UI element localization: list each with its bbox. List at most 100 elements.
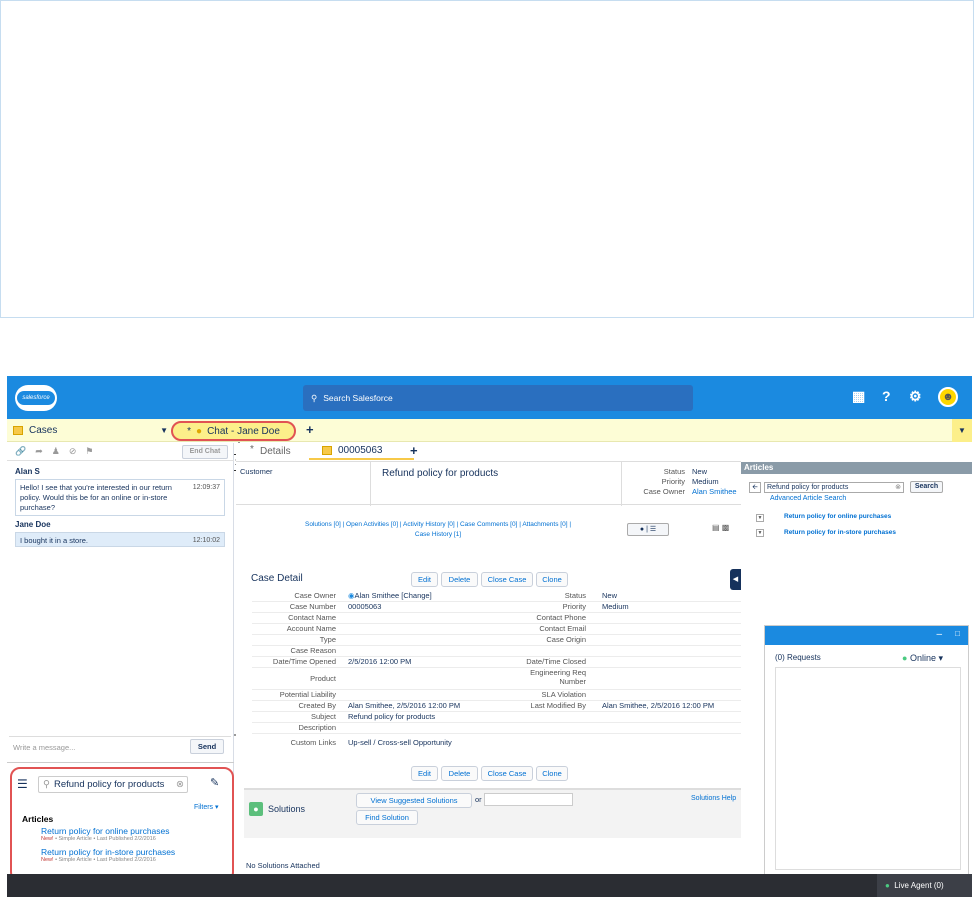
solution-search-input[interactable] [484,793,573,806]
salesforce-logo[interactable]: salesforce [15,385,57,411]
feed-toggle[interactable]: ● | ☰ [627,523,669,536]
chat-message-text: I bought it in a store. [20,536,88,545]
chat-panel: 🔗 ➦ ♟ ⊘ ⚑ End Chat Alan S Hello! I see t… [7,443,234,897]
folder-icon [322,446,332,455]
article-search-input[interactable]: Refund policy for products ⊗ [764,482,904,493]
expand-icon[interactable]: ▼ [756,514,764,522]
console-screenshot: salesforce ⚲ Search Salesforce ▦ ? ⚙ ☻ C… [7,376,972,897]
chat-sender-name: Jane Doe [15,520,51,529]
transfer-icon[interactable]: ➦ [35,446,43,457]
chat-bubble-icon: ● [196,425,203,437]
delete-button-bottom[interactable]: Delete [441,766,478,781]
subtab-details[interactable]: Details [260,446,291,457]
add-tab-button[interactable]: + [306,422,314,437]
case-detail-heading: Case Detail [251,573,303,584]
chat-message-text: Hello! I see that you're interested in o… [20,483,172,512]
subtab-case[interactable]: 00005063 [309,443,414,460]
sidebar-toggle-icon[interactable]: ◀ [730,569,741,590]
flag-icon[interactable]: ⚑ [85,446,93,457]
minimize-icon[interactable]: – [936,629,942,640]
live-agent-utility-button[interactable]: ● Live Agent (0) [877,874,972,897]
expand-icon[interactable]: ▼ [756,529,764,537]
clone-button[interactable]: Clone [536,572,568,587]
created-by-link[interactable]: Alan Smithee, 2/5/2016 12:00 PM [348,701,460,710]
solutions-heading: Solutions [268,804,306,814]
requests-count: (0) Requests [775,653,821,662]
live-agent-header: – □ [765,626,968,645]
article-result-link[interactable]: Return policy for in-store purchases [784,529,896,536]
print-icon[interactable]: ▤ ▩ [712,523,729,532]
edit-button-bottom[interactable]: Edit [411,766,438,781]
add-subtab-button[interactable]: + [410,443,418,458]
search-icon: ⚲ [43,779,50,790]
find-solution-button[interactable]: Find Solution [356,810,418,825]
folder-icon [13,426,23,435]
chat-sender-name: Alan S [15,467,40,476]
delete-button[interactable]: Delete [441,572,478,587]
close-case-button-bottom[interactable]: Close Case [481,766,533,781]
knowledge-search-input[interactable]: ⚲ Refund policy for products ⊗ [38,776,188,793]
clone-button-bottom[interactable]: Clone [536,766,568,781]
article-link[interactable]: Return policy for in-store purchases [41,847,175,857]
advanced-search-link[interactable]: Advanced Article Search [770,495,846,502]
app-launcher-icon[interactable]: ▦ [852,388,865,405]
custom-link[interactable]: Up-sell / Cross-sell Opportunity [348,738,452,747]
attach-icon[interactable]: 🔗 [15,446,26,457]
splitter[interactable] [7,762,234,763]
utility-bar: ● Live Agent (0) [7,874,972,897]
gear-icon[interactable]: ⚙ [909,388,922,405]
chat-message: Hello! I see that you're interested in o… [15,479,225,516]
unsaved-asterisk: * [250,444,254,455]
subtab-bar: * Details 00005063 + [236,443,741,460]
chat-tab-label: Chat - Jane Doe [207,425,280,437]
nav-tab-cases[interactable]: Cases ▼ [7,419,172,442]
global-search-input[interactable]: ⚲ Search Salesforce [303,385,693,411]
article-result-link[interactable]: Return policy for online purchases [784,513,891,520]
status-dropdown[interactable]: ● Online ▾ [902,653,943,664]
customer-label: Customer [240,467,273,476]
owner-link[interactable]: Alan Smithee [692,487,737,497]
chat-icon: ● [885,881,890,890]
tab-chat-jane-doe[interactable]: * ● Chat - Jane Doe [171,421,296,441]
send-button[interactable]: Send [190,739,224,754]
related-list-links[interactable]: Solutions [0] | Open Activities [0] | Ac… [258,520,618,540]
knowledge-sidebar: ☰ ⚲ Refund policy for products ⊗ ✎ Filte… [10,767,234,882]
requests-list [775,667,961,870]
search-icon: ⚲ [311,392,318,403]
chevron-down-icon[interactable]: ▼ [160,426,168,435]
unsaved-asterisk: * [187,425,192,437]
articles-panel-heading: Articles [741,462,972,474]
end-chat-button[interactable]: End Chat [182,445,228,459]
highlight-labels: Status Priority Case Owner [643,467,685,496]
search-placeholder: Search Salesforce [323,393,393,403]
tab-overflow-chevron-icon[interactable]: ▼ [952,419,972,442]
global-header: salesforce ⚲ Search Salesforce ▦ ? ⚙ ☻ [7,376,972,419]
pencil-icon[interactable]: ✎ [210,776,219,789]
nav-tab-label: Cases [29,425,58,436]
view-suggested-solutions-button[interactable]: View Suggested Solutions [356,793,472,808]
chat-toolbar: 🔗 ➦ ♟ ⊘ ⚑ End Chat [7,443,234,461]
clear-icon[interactable]: ⊗ [176,779,184,790]
avatar[interactable]: ☻ [938,387,958,407]
block-icon[interactable]: ⊘ [69,446,77,457]
article-meta: New! • Simple Article • Last Published 2… [41,857,156,863]
blank-banner [0,0,974,318]
back-arrow-icon[interactable]: 🡨 [749,482,761,493]
menu-icon[interactable]: ☰ [17,777,28,791]
article-meta: New! • Simple Article • Last Published 2… [41,836,156,842]
article-link[interactable]: Return policy for online purchases [41,826,170,836]
help-icon[interactable]: ? [882,388,891,404]
edit-button[interactable]: Edit [411,572,438,587]
solutions-help-link[interactable]: Solutions Help [691,795,736,802]
case-owner-link[interactable]: ◉Alan Smithee [Change] [348,591,432,600]
highlight-values: New Medium Alan Smithee [692,467,737,497]
article-search-button[interactable]: Search [910,481,943,493]
modified-by-link[interactable]: Alan Smithee, 2/5/2016 12:00 PM [602,701,714,710]
popout-icon[interactable]: □ [955,629,960,638]
filters-link[interactable]: Filters ▾ [194,803,219,811]
articles-heading: Articles [22,814,54,824]
close-case-button[interactable]: Close Case [481,572,533,587]
conference-icon[interactable]: ♟ [52,446,60,457]
case-highlights: Customer Refund policy for products Stat… [236,461,741,506]
subtab-case-label: 00005063 [338,445,383,456]
